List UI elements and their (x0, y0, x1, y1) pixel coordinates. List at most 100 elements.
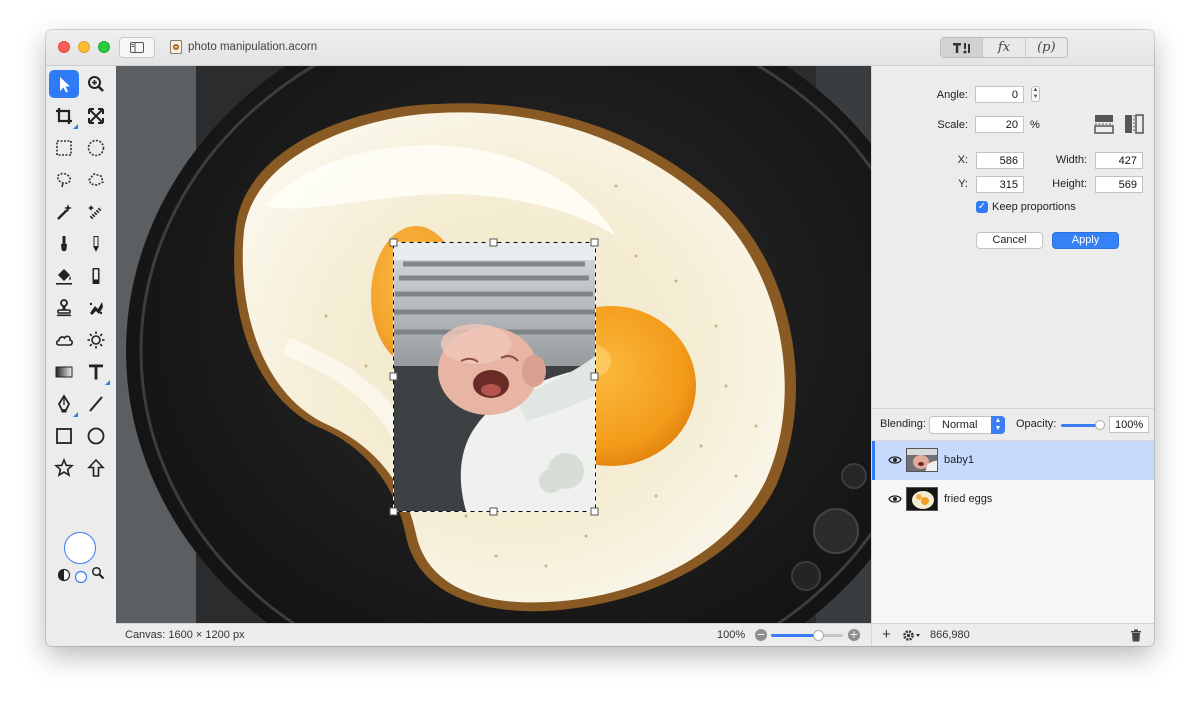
handle-top-middle[interactable] (489, 238, 498, 247)
scale-label: Scale: (937, 119, 968, 131)
layer-thumbnail (906, 448, 938, 472)
crop-icon[interactable] (49, 102, 79, 130)
retouch-icon[interactable] (81, 294, 111, 322)
rectangle-icon[interactable] (49, 422, 79, 450)
brush-icon[interactable] (49, 230, 79, 258)
ellipse-select-icon[interactable] (81, 134, 111, 162)
zoom-window-button[interactable] (98, 41, 110, 53)
image-canvas[interactable] (116, 66, 871, 623)
x-field[interactable] (976, 152, 1024, 169)
layer-row-baby1[interactable]: baby1 (872, 441, 1154, 480)
plugins-icon[interactable]: (p) (1024, 38, 1067, 57)
pencil-icon[interactable] (81, 230, 111, 258)
zoom-icon[interactable] (81, 70, 111, 98)
line-icon[interactable] (81, 390, 111, 418)
handle-top-left[interactable] (389, 238, 398, 247)
color-picker-zoom-icon[interactable] (91, 566, 105, 580)
close-window-button[interactable] (58, 41, 70, 53)
zoom-slider-fill (771, 634, 818, 637)
title-bar: photo manipulation.acorn fx (p) (46, 30, 1154, 66)
magic-wand-icon[interactable] (49, 198, 79, 226)
flip-horizontal-icon[interactable] (1124, 114, 1144, 134)
arrow-up-icon[interactable] (81, 454, 111, 482)
polygon-lasso-icon[interactable] (81, 166, 111, 194)
transform-icon[interactable] (81, 102, 111, 130)
gradient-icon[interactable] (49, 358, 79, 386)
angle-field[interactable] (975, 86, 1024, 103)
sidebar-icon (130, 42, 144, 53)
app-window: photo manipulation.acorn fx (p) Canvas: … (46, 30, 1154, 646)
sidebar-toggle-button[interactable] (119, 37, 155, 58)
sun-icon[interactable] (81, 326, 111, 354)
chevron-updown-icon: ▲ ▼ (991, 416, 1005, 434)
canvas-status-bar: Canvas: 1600 × 1200 px 100% − + (116, 623, 871, 646)
paint-bucket-icon[interactable] (49, 262, 79, 290)
zoom-in-icon[interactable]: + (848, 629, 860, 641)
handle-middle-right[interactable] (590, 372, 599, 381)
angle-stepper[interactable]: ▲ ▼ (1031, 86, 1040, 102)
text-tool-icon[interactable] (81, 358, 111, 386)
opacity-field[interactable] (1109, 416, 1149, 433)
rect-select-icon[interactable] (49, 134, 79, 162)
lasso-icon[interactable] (49, 166, 79, 194)
x-label: X: (957, 154, 968, 166)
zoom-out-icon[interactable]: − (755, 629, 767, 641)
gear-icon[interactable] (902, 629, 922, 642)
canvas-artwork (116, 66, 871, 623)
height-field[interactable] (1095, 176, 1143, 193)
zoom-level-label: 100% (717, 629, 746, 641)
stroke-color-well[interactable] (74, 570, 88, 584)
move-arrow-icon[interactable] (49, 70, 79, 98)
handle-top-right[interactable] (590, 238, 599, 247)
clone-stamp-icon[interactable] (49, 294, 79, 322)
blending-mode-select[interactable]: Normal ▲ ▼ (929, 416, 1005, 434)
transform-inspector: Angle: ▲▼ Scale: % X: Width: Y: Height: … (871, 66, 1154, 408)
width-field[interactable] (1095, 152, 1143, 169)
document-icon (170, 40, 182, 54)
opacity-slider-knob[interactable] (1095, 420, 1105, 430)
handle-middle-left[interactable] (389, 372, 398, 381)
eye-icon[interactable] (888, 494, 902, 504)
blending-mode-value: Normal (942, 419, 978, 431)
baby-layer-image[interactable] (393, 242, 595, 511)
layer-name: baby1 (944, 454, 974, 466)
cloud-shape-icon[interactable] (49, 326, 79, 354)
keep-proportions-label: Keep proportions (992, 201, 1076, 213)
swap-colors-icon[interactable] (57, 568, 71, 582)
star-icon[interactable] (49, 454, 79, 482)
add-layer-icon[interactable]: + (882, 626, 891, 643)
flip-vertical-icon[interactable] (1094, 114, 1114, 134)
layers-footer: + 866,980 (871, 623, 1154, 646)
cancel-button[interactable]: Cancel (976, 232, 1043, 249)
layer-thumbnail (906, 487, 938, 511)
zoom-slider[interactable] (771, 630, 843, 641)
eye-icon[interactable] (888, 455, 902, 465)
layer-count-value: 866,980 (930, 629, 970, 641)
angle-label: Angle: (936, 89, 968, 101)
pen-icon[interactable] (49, 390, 79, 418)
layer-row-fried-eggs[interactable]: fried eggs (872, 480, 1154, 519)
oval-icon[interactable] (81, 422, 111, 450)
filters-icon[interactable]: fx (982, 38, 1024, 57)
keep-proportions-checkbox[interactable]: ✓ (976, 201, 988, 213)
handle-bottom-right[interactable] (590, 507, 599, 516)
handle-bottom-middle[interactable] (489, 507, 498, 516)
fill-color-well[interactable] (64, 532, 96, 564)
opacity-label: Opacity: (1016, 418, 1057, 430)
magic-wand-alt-icon[interactable] (81, 198, 111, 226)
apply-button[interactable]: Apply (1052, 232, 1119, 249)
text-and-tools-icon[interactable] (941, 38, 983, 57)
blending-label: Blending: (880, 418, 926, 430)
eraser-icon[interactable] (81, 262, 111, 290)
trash-icon[interactable] (1130, 629, 1142, 642)
zoom-slider-knob[interactable] (812, 630, 824, 641)
y-label: Y: (958, 178, 968, 190)
inspector-mode-segmented: fx (p) (940, 37, 1068, 58)
y-field[interactable] (976, 176, 1024, 193)
minimize-window-button[interactable] (78, 41, 90, 53)
scale-field[interactable] (975, 116, 1024, 133)
canvas-size-label: Canvas: 1600 × 1200 px (125, 629, 245, 641)
height-label: Height: (1052, 178, 1087, 190)
layer-selection-indicator (872, 441, 875, 480)
handle-bottom-left[interactable] (389, 507, 398, 516)
